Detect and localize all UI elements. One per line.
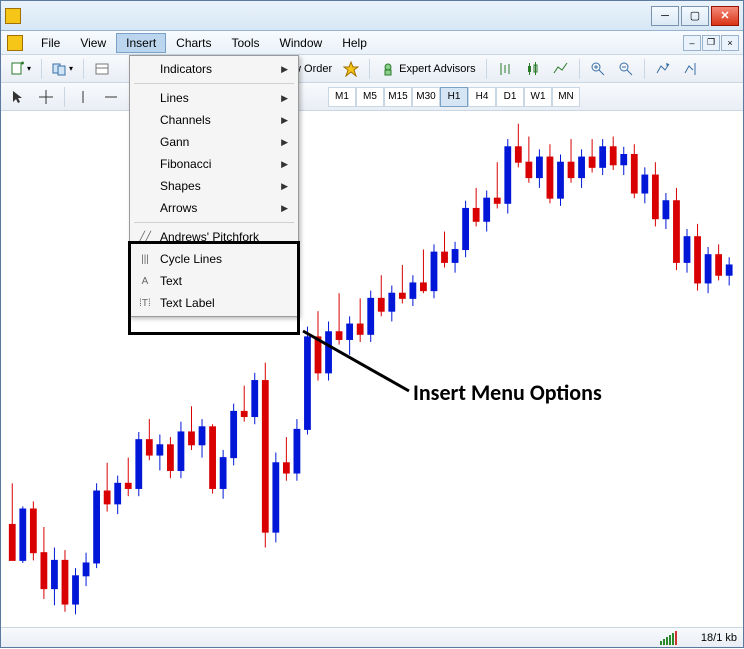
text-label-icon: ⁞T⁞ <box>137 295 153 311</box>
menu-item-text-label[interactable]: ⁞T⁞Text Label <box>132 292 296 314</box>
candlestick-chart <box>3 113 741 625</box>
crosshair-button[interactable] <box>33 86 59 108</box>
cursor-button[interactable] <box>5 86 31 108</box>
new-chart-button[interactable]: ▾ <box>5 58 36 80</box>
profiles-button[interactable]: ▾ <box>47 58 78 80</box>
menu-window[interactable]: Window <box>270 33 333 53</box>
timeframe-m5[interactable]: M5 <box>356 87 384 107</box>
insert-dropdown-menu: Indicators▶ Lines▶ Channels▶ Gann▶ Fibon… <box>129 55 299 317</box>
autotrading-button[interactable] <box>338 58 364 80</box>
app-icon <box>5 8 21 24</box>
market-watch-button[interactable] <box>89 58 115 80</box>
title-bar: ─ ▢ ✕ <box>1 1 743 31</box>
doc-icon <box>7 35 23 51</box>
mdi-close-button[interactable]: × <box>721 35 739 51</box>
submenu-arrow-icon: ▶ <box>281 203 288 214</box>
menu-insert[interactable]: Insert <box>116 33 166 53</box>
toolbar-drawing: M1M5M15M30H1H4D1W1MN <box>1 83 743 111</box>
menu-item-text[interactable]: AText <box>132 270 296 292</box>
vertical-line-button[interactable] <box>70 86 96 108</box>
submenu-arrow-icon: ▶ <box>281 137 288 148</box>
menu-file[interactable]: File <box>31 33 70 53</box>
menu-item-gann[interactable]: Gann▶ <box>132 131 296 153</box>
mdi-restore-button[interactable]: ❐ <box>702 35 720 51</box>
auto-scroll-button[interactable] <box>650 58 676 80</box>
submenu-arrow-icon: ▶ <box>281 64 288 75</box>
close-button[interactable]: ✕ <box>711 6 739 26</box>
submenu-arrow-icon: ▶ <box>281 159 288 170</box>
menu-bar: File View Insert Charts Tools Window Hel… <box>1 31 743 55</box>
menu-view[interactable]: View <box>70 33 116 53</box>
menu-item-lines[interactable]: Lines▶ <box>132 87 296 109</box>
line-chart-button[interactable] <box>548 58 574 80</box>
horizontal-line-button[interactable] <box>98 86 124 108</box>
chart-area[interactable] <box>3 113 741 625</box>
zoom-in-button[interactable] <box>585 58 611 80</box>
timeframe-m1[interactable]: M1 <box>328 87 356 107</box>
submenu-arrow-icon: ▶ <box>281 93 288 104</box>
menu-item-cycle-lines[interactable]: |||Cycle Lines <box>132 248 296 270</box>
toolbar-main: ▾ ▾ w Order Expert Advisors <box>1 55 743 83</box>
submenu-arrow-icon: ▶ <box>281 181 288 192</box>
chart-shift-button[interactable] <box>678 58 704 80</box>
annotation-label: Insert Menu Options <box>413 379 602 406</box>
expert-advisors-button[interactable]: Expert Advisors <box>375 58 480 80</box>
timeframe-d1[interactable]: D1 <box>496 87 524 107</box>
text-icon: A <box>137 273 153 289</box>
menu-item-shapes[interactable]: Shapes▶ <box>132 175 296 197</box>
timeframe-m30[interactable]: M30 <box>412 87 440 107</box>
menu-item-arrows[interactable]: Arrows▶ <box>132 197 296 219</box>
menu-help[interactable]: Help <box>332 33 377 53</box>
menu-separator <box>134 83 294 84</box>
minimize-button[interactable]: ─ <box>651 6 679 26</box>
cycle-lines-icon: ||| <box>137 251 153 267</box>
timeframe-m15[interactable]: M15 <box>384 87 412 107</box>
app-window: ─ ▢ ✕ File View Insert Charts Tools Wind… <box>0 0 744 648</box>
connection-bars-icon <box>660 631 677 645</box>
menu-item-indicators[interactable]: Indicators▶ <box>132 58 296 80</box>
submenu-arrow-icon: ▶ <box>281 115 288 126</box>
timeframe-h1[interactable]: H1 <box>440 87 468 107</box>
zoom-out-button[interactable] <box>613 58 639 80</box>
mdi-minimize-button[interactable]: – <box>683 35 701 51</box>
timeframe-h4[interactable]: H4 <box>468 87 496 107</box>
status-bar: 18/1 kb <box>1 627 743 647</box>
menu-item-andrews-pitchfork[interactable]: ╱╱Andrews' Pitchfork <box>132 226 296 248</box>
pitchfork-icon: ╱╱ <box>137 229 153 245</box>
status-traffic: 18/1 kb <box>701 632 737 644</box>
menu-item-channels[interactable]: Channels▶ <box>132 109 296 131</box>
candlestick-chart-button[interactable] <box>520 58 546 80</box>
menu-item-fibonacci[interactable]: Fibonacci▶ <box>132 153 296 175</box>
timeframe-w1[interactable]: W1 <box>524 87 552 107</box>
menu-tools[interactable]: Tools <box>222 33 270 53</box>
menu-charts[interactable]: Charts <box>166 33 221 53</box>
menu-separator <box>134 222 294 223</box>
maximize-button[interactable]: ▢ <box>681 6 709 26</box>
bar-chart-button[interactable] <box>492 58 518 80</box>
timeframe-mn[interactable]: MN <box>552 87 580 107</box>
